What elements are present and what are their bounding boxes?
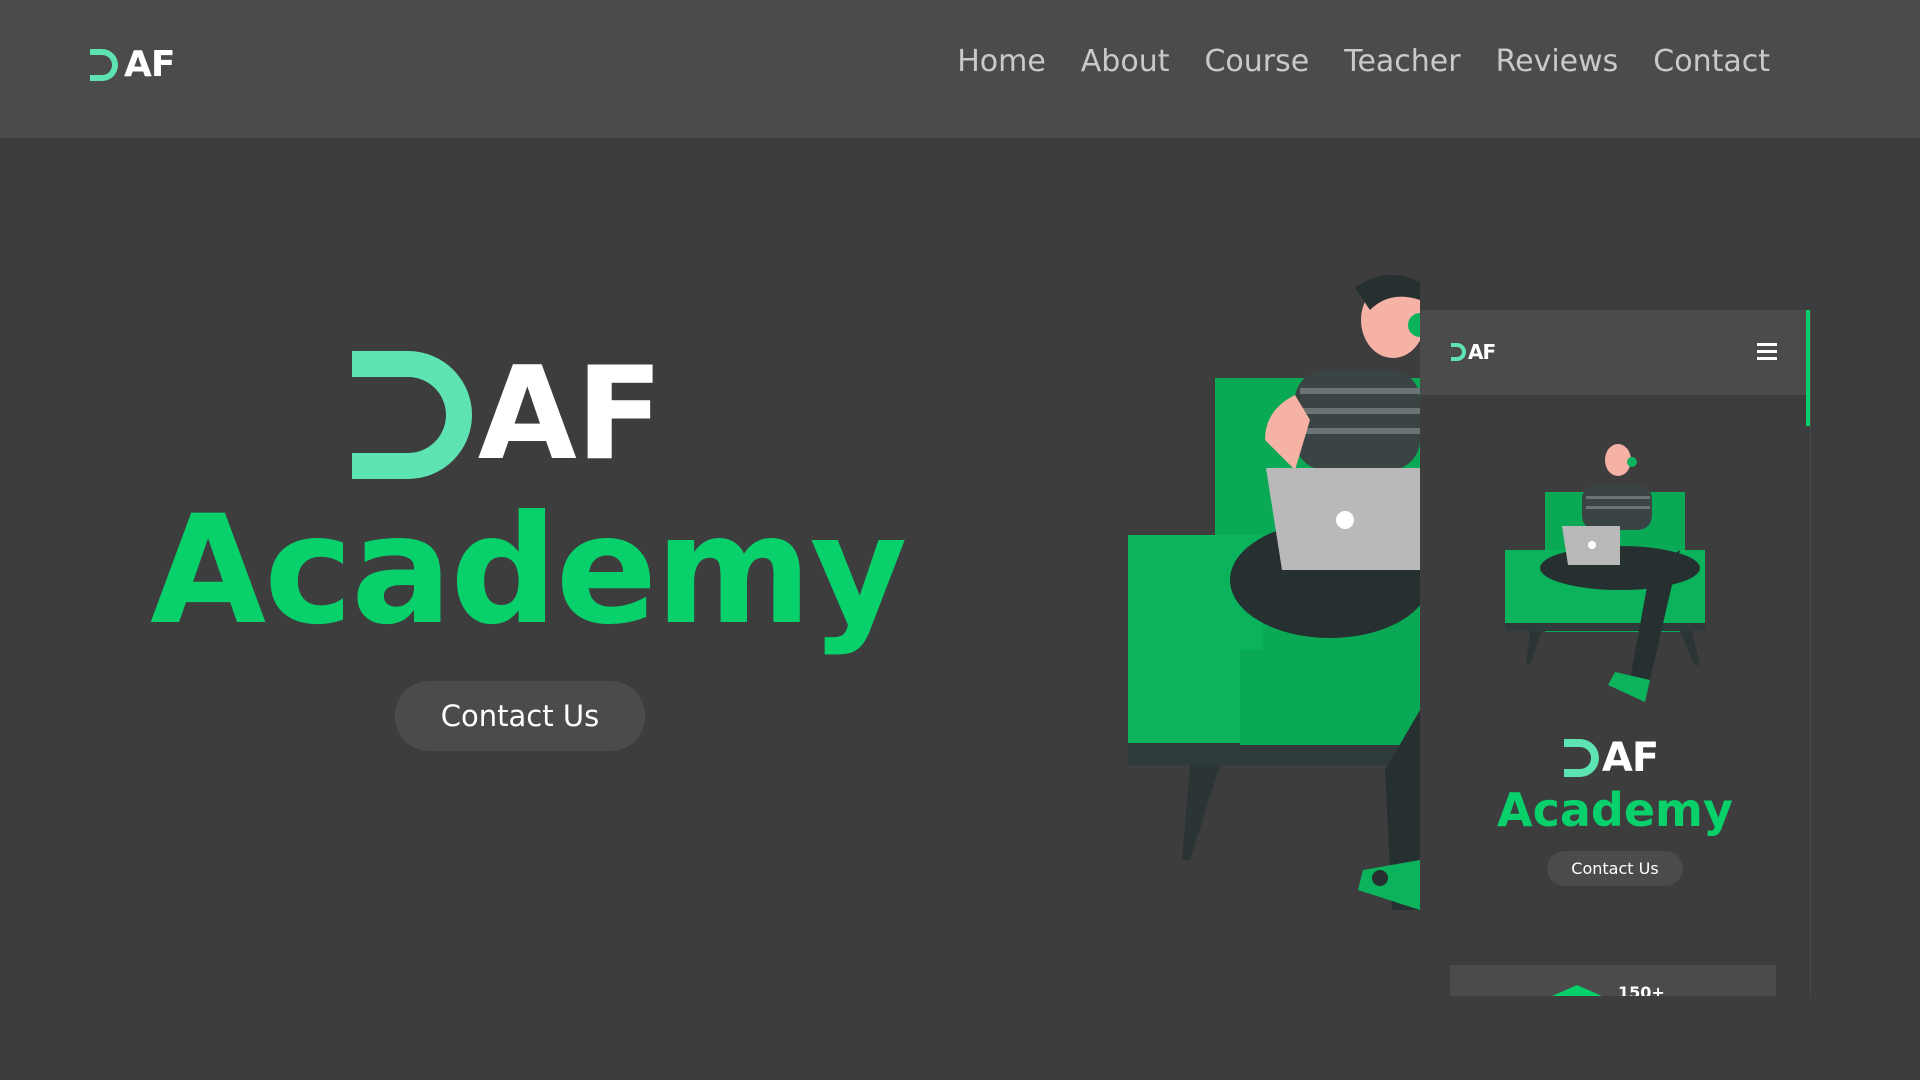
mobile-preview-frame: AF AF Academy Contact Us 150+ bbox=[1420, 310, 1811, 996]
nav-reviews[interactable]: Reviews bbox=[1496, 44, 1619, 79]
mobile-logo-text: AF bbox=[1468, 340, 1496, 364]
person-on-armchair-illustration bbox=[1128, 274, 1420, 910]
site-logo[interactable]: AF bbox=[88, 44, 175, 85]
nav-contact[interactable]: Contact bbox=[1653, 44, 1770, 79]
mobile-scrollbar[interactable] bbox=[1806, 310, 1810, 426]
mobile-contact-us-button[interactable]: Contact Us bbox=[1547, 851, 1683, 886]
mobile-hero-logo: AF bbox=[1420, 735, 1810, 781]
nav-teacher[interactable]: Teacher bbox=[1344, 44, 1460, 79]
stat-value: 150+ bbox=[1618, 983, 1665, 996]
hero-logo-mark-icon bbox=[351, 350, 472, 479]
main-navigation: Home About Course Teacher Reviews Contac… bbox=[957, 44, 1770, 79]
logo-mark-icon bbox=[90, 48, 118, 81]
hamburger-menu-icon[interactable] bbox=[1757, 343, 1777, 361]
graduation-cap-icon bbox=[1552, 985, 1602, 996]
hero-section: AF Academy Contact Us bbox=[150, 340, 907, 751]
stat-card: 150+ bbox=[1450, 965, 1776, 996]
hero-logo: AF bbox=[120, 340, 890, 489]
logo-text: AF bbox=[124, 44, 175, 85]
mobile-hero-logo-mark-icon bbox=[1563, 739, 1599, 777]
top-navbar: AF Home About Course Teacher Reviews Con… bbox=[0, 0, 1920, 138]
mobile-person-illustration bbox=[1505, 444, 1705, 702]
mobile-logo[interactable]: AF bbox=[1450, 340, 1496, 364]
mobile-hero-title: Academy bbox=[1497, 783, 1733, 837]
nav-home[interactable]: Home bbox=[957, 44, 1046, 79]
contact-us-button[interactable]: Contact Us bbox=[394, 680, 646, 751]
nav-about[interactable]: About bbox=[1081, 44, 1170, 79]
nav-course[interactable]: Course bbox=[1204, 44, 1309, 79]
mobile-logo-mark-icon bbox=[1451, 343, 1466, 361]
hero-title: Academy bbox=[150, 484, 907, 658]
mobile-navbar: AF bbox=[1420, 310, 1810, 395]
mobile-hero-logo-text: AF bbox=[1601, 735, 1659, 781]
hero-logo-text: AF bbox=[477, 340, 663, 489]
mobile-hero-section: AF Academy Contact Us bbox=[1420, 735, 1810, 886]
